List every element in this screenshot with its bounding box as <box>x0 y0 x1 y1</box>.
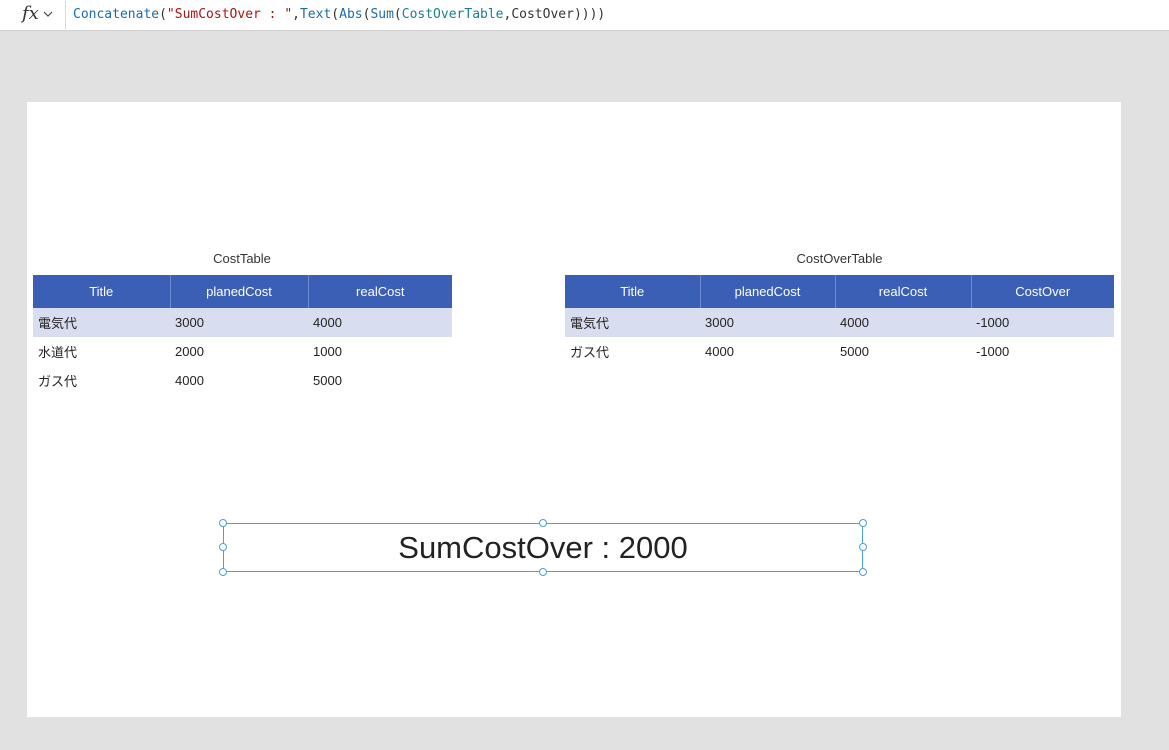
formula-token: Text <box>299 7 332 22</box>
formula-token: "SumCostOver : " <box>166 7 293 22</box>
table-header-row: Title planedCost realCost CostOver <box>565 275 1114 308</box>
table-cell: 4000 <box>175 373 204 388</box>
formula-token: , <box>292 7 300 22</box>
resize-handle-bottom-left[interactable] <box>219 568 227 576</box>
column-header: CostOver <box>970 275 1114 308</box>
table-cell: 5000 <box>840 344 869 359</box>
column-header: realCost <box>307 275 452 308</box>
table-cell: 4000 <box>308 308 452 337</box>
table-header-row: Title planedCost realCost <box>33 275 452 308</box>
table-cell: 2000 <box>175 344 204 359</box>
column-header: planedCost <box>169 275 308 308</box>
formula-input[interactable]: Concatenate("SumCostOver : ",Text(Abs(Su… <box>73 7 605 23</box>
column-header: Title <box>33 275 170 308</box>
column-header: planedCost <box>699 275 835 308</box>
fx-dropdown-button[interactable]: fx <box>6 1 66 29</box>
table-cell: 4000 <box>835 308 971 337</box>
table-cell: ガス代 <box>38 374 78 389</box>
cost-table[interactable]: Title planedCost realCost 電気代 3000 4000 水道代 20… <box>33 275 452 395</box>
table-cell: ガス代 <box>570 345 610 360</box>
chevron-down-icon <box>43 11 53 17</box>
table-cell: 4000 <box>705 344 734 359</box>
formula-bar: fx Concatenate("SumCostOver : ",Text(Abs… <box>0 0 1169 31</box>
resize-handle-left[interactable] <box>219 543 227 551</box>
resize-handle-bottom[interactable] <box>539 568 547 576</box>
table-row[interactable]: ガス代 4000 5000 -1000 <box>565 337 1114 366</box>
resize-handle-top[interactable] <box>539 519 547 527</box>
formula-token: Sum <box>370 7 394 22</box>
formula-token: ( <box>159 7 167 22</box>
cost-over-table[interactable]: Title planedCost realCost CostOver 電気代 3000 4… <box>565 275 1114 366</box>
resize-handle-top-left[interactable] <box>219 519 227 527</box>
app-canvas: CostTable Title planedCost realCost 電気代 300… <box>27 102 1121 717</box>
table-cell: 水道代 <box>38 345 78 360</box>
table-cell: 電気代 <box>33 308 170 337</box>
table-row[interactable]: 電気代 3000 4000 <box>33 308 452 337</box>
formula-token: ( <box>331 7 340 22</box>
cost-table-title: CostTable <box>213 251 271 266</box>
sum-cost-over-label[interactable]: SumCostOver : 2000 <box>223 523 863 572</box>
table-cell: -1000 <box>976 344 1010 359</box>
table-cell: 3000 <box>700 308 835 337</box>
table-row[interactable]: ガス代 4000 5000 <box>33 366 452 395</box>
formula-token: CostOverTable <box>401 7 504 22</box>
column-header: realCost <box>834 275 971 308</box>
fx-icon: fx <box>22 3 39 24</box>
column-header: Title <box>565 275 700 308</box>
formula-token: Abs <box>339 7 363 22</box>
table-cell: -1000 <box>971 308 1114 337</box>
table-cell: 1000 <box>313 344 342 359</box>
resize-handle-bottom-right[interactable] <box>859 568 867 576</box>
table-row[interactable]: 電気代 3000 4000 -1000 <box>565 308 1114 337</box>
formula-token: Concatenate <box>73 7 160 22</box>
resize-handle-right[interactable] <box>859 543 867 551</box>
formula-token: ,CostOver)))) <box>503 7 606 22</box>
formula-token: ( <box>393 7 402 22</box>
table-cell: 電気代 <box>565 308 700 337</box>
cost-over-table-title: CostOverTable <box>796 251 883 266</box>
table-row[interactable]: 水道代 2000 1000 <box>33 337 452 366</box>
sum-cost-over-text: SumCostOver : 2000 <box>398 529 688 565</box>
table-cell: 3000 <box>170 308 308 337</box>
resize-handle-top-right[interactable] <box>859 519 867 527</box>
table-cell: 5000 <box>313 373 342 388</box>
